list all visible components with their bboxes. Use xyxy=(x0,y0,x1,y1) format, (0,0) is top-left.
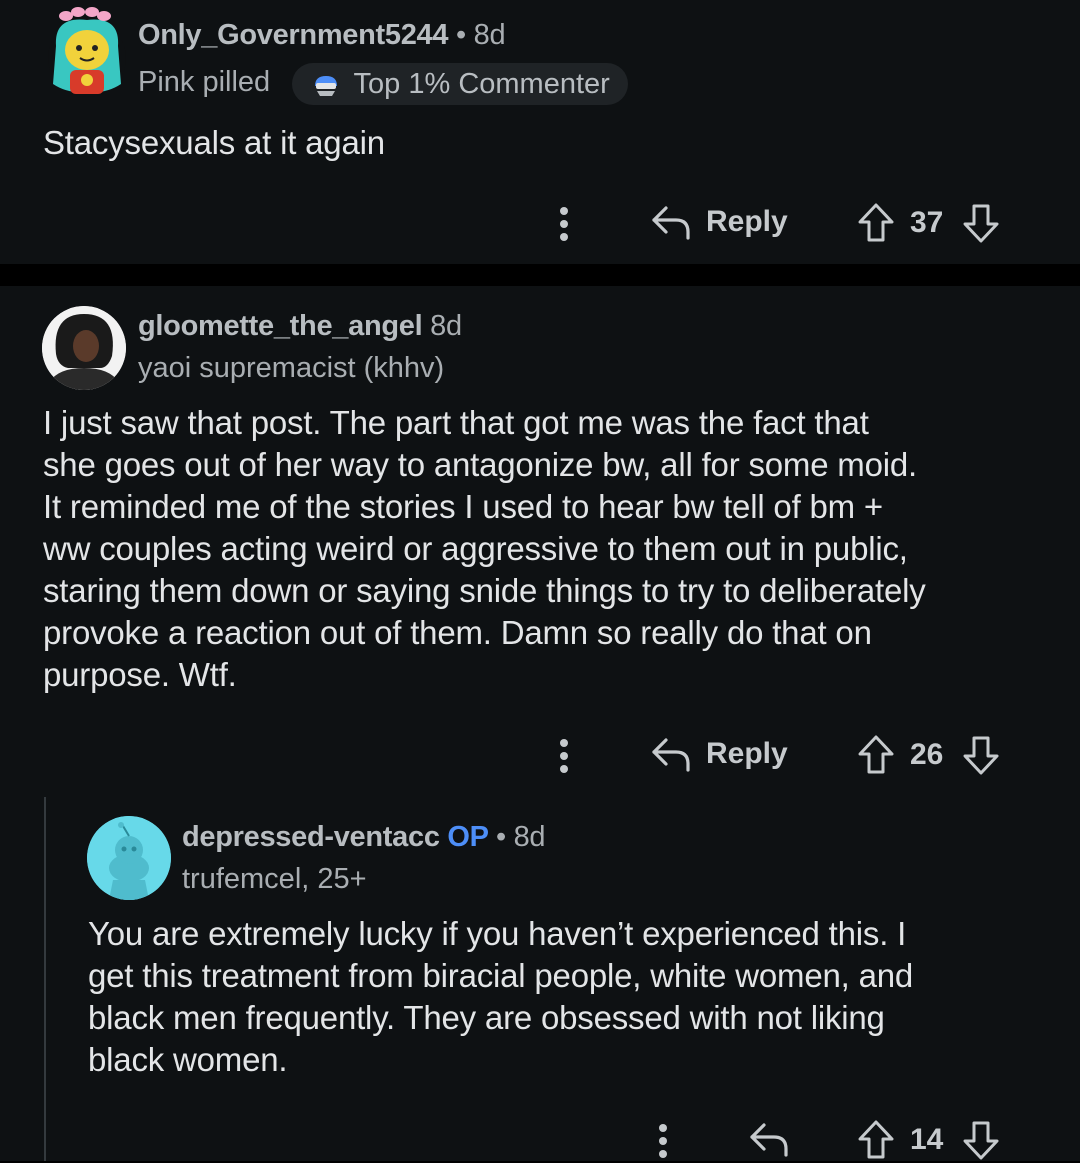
text-line: It reminded me of the stories I used to … xyxy=(43,488,884,525)
text-line: get this treatment from biracial people,… xyxy=(88,957,914,994)
reply-arrow-icon xyxy=(652,738,690,772)
comment-2: gloomette_the_angel 8d yaoi supremacist … xyxy=(0,286,1080,1161)
username[interactable]: depressed-ventacc xyxy=(182,821,440,853)
vote-score: 26 xyxy=(910,738,944,771)
top-commenter-badge: Top 1% Commenter xyxy=(292,63,628,105)
username[interactable]: Only_Government5244 xyxy=(138,19,449,51)
vote-controls: 14 xyxy=(856,1119,1001,1161)
user-flair: Pink pilled xyxy=(138,66,271,98)
text-line: black men frequently. They are obsessed … xyxy=(88,999,885,1036)
upvote-arrow-icon[interactable] xyxy=(856,1119,896,1161)
reply-arrow-icon xyxy=(652,206,690,240)
username-line: Only_Government5244 • 8d xyxy=(138,19,506,52)
comment-text: Stacysexuals at it again xyxy=(43,124,385,161)
separator-dot: • xyxy=(495,821,506,853)
vote-controls: 37 xyxy=(856,202,1001,244)
user-avatar[interactable] xyxy=(46,6,128,100)
text-line: black women. xyxy=(88,1041,288,1078)
commenter-badge-icon xyxy=(312,68,340,110)
user-flair: yaoi supremacist (khhv) xyxy=(138,352,445,384)
user-flair: trufemcel, 25+ xyxy=(182,863,367,895)
text-line: I just saw that post. The part that got … xyxy=(43,404,869,441)
vote-controls: 26 xyxy=(856,734,1001,776)
more-options-icon[interactable] xyxy=(659,1124,667,1163)
comment-age: 8d xyxy=(513,821,546,853)
comment-text: I just saw that post. The part that got … xyxy=(43,402,926,696)
user-avatar[interactable] xyxy=(87,816,171,900)
reply-button[interactable] xyxy=(748,1119,790,1159)
reply-label: Reply xyxy=(706,205,788,238)
reply-button[interactable]: Reply xyxy=(650,202,788,242)
text-line: purpose. Wtf. xyxy=(43,656,237,693)
reply-arrow-icon xyxy=(750,1123,788,1157)
username-line: depressed-ventacc OP • 8d xyxy=(182,821,546,854)
op-tag: OP xyxy=(447,821,489,853)
username-line: gloomette_the_angel 8d xyxy=(138,310,462,343)
comment-text: You are extremely lucky if you haven’t e… xyxy=(88,913,913,1081)
comment-1: Only_Government5244 • 8d Pink pilled Top… xyxy=(0,0,1080,264)
reply-label: Reply xyxy=(706,737,788,770)
vote-score: 14 xyxy=(910,1123,944,1156)
text-line: provoke a reaction out of them. Damn so … xyxy=(43,614,872,651)
upvote-arrow-icon[interactable] xyxy=(856,734,896,776)
username[interactable]: gloomette_the_angel xyxy=(138,310,423,342)
vote-score: 37 xyxy=(910,206,944,239)
text-line: staring them down or saying snide things… xyxy=(43,572,926,609)
downvote-arrow-icon[interactable] xyxy=(961,734,1001,776)
reply-button[interactable]: Reply xyxy=(650,734,788,774)
downvote-arrow-icon[interactable] xyxy=(961,1119,1001,1161)
thread-line[interactable] xyxy=(44,797,46,1161)
upvote-arrow-icon[interactable] xyxy=(856,202,896,244)
text-line: she goes out of her way to antagonize bw… xyxy=(43,446,918,483)
downvote-arrow-icon[interactable] xyxy=(961,202,1001,244)
text-line: ww couples acting weird or aggressive to… xyxy=(43,530,908,567)
badge-label: Top 1% Commenter xyxy=(353,68,610,100)
more-options-icon[interactable] xyxy=(560,739,568,778)
text-line: You are extremely lucky if you haven’t e… xyxy=(88,915,907,952)
comment-age: 8d xyxy=(430,310,462,342)
comment-age: 8d xyxy=(473,19,506,51)
separator-dot: • xyxy=(455,19,466,51)
user-avatar[interactable] xyxy=(42,306,126,390)
more-options-icon[interactable] xyxy=(560,207,568,246)
